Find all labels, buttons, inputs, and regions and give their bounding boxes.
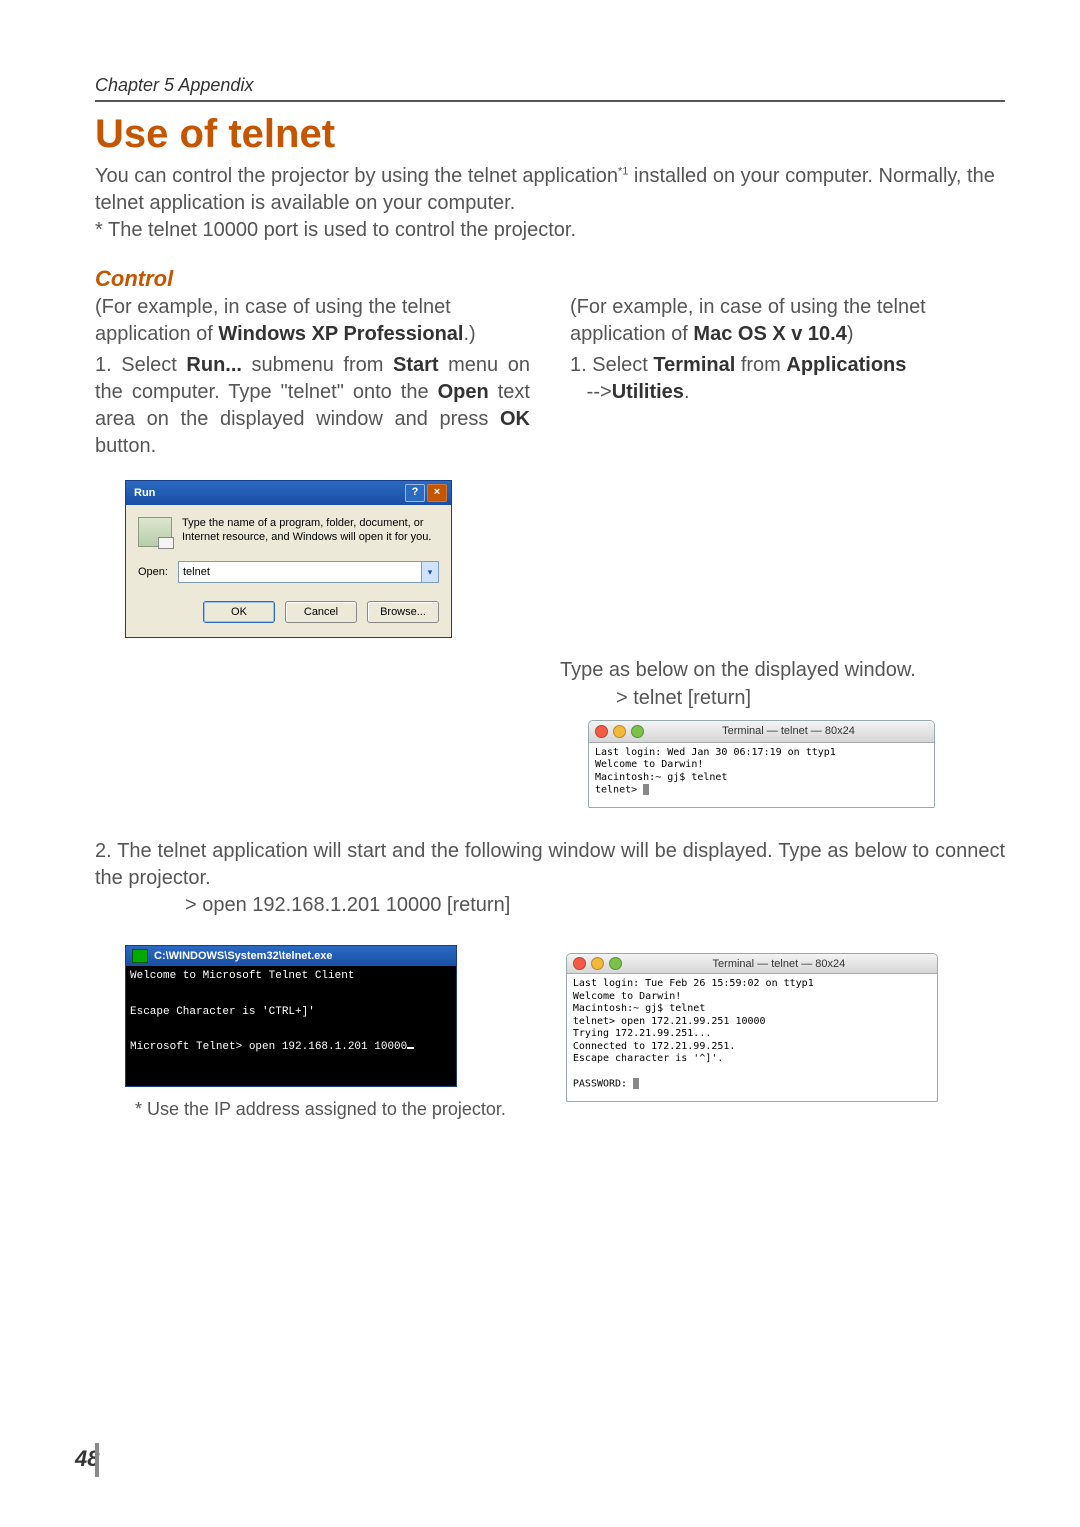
run-message: Type the name of a program, folder, docu… xyxy=(182,517,439,545)
header-rule xyxy=(95,100,1005,102)
bold-start: Start xyxy=(393,354,439,376)
txt: submenu from xyxy=(242,354,393,376)
windows-telnet-window: C:\WINDOWS\System32\telnet.exe Welcome t… xyxy=(125,945,457,1087)
open-combobox[interactable]: ▾ xyxy=(178,561,439,583)
bold-run: Run... xyxy=(186,354,242,376)
bold-ok: OK xyxy=(500,408,530,430)
traffic-zoom-icon[interactable] xyxy=(631,725,644,738)
run-titlebar: Run ? × xyxy=(126,481,451,505)
chevron-down-icon[interactable]: ▾ xyxy=(421,562,438,582)
chapter-label: Chapter 5 Appendix xyxy=(95,75,1005,96)
typed-line2: > telnet [return] xyxy=(616,684,1005,712)
cursor-icon xyxy=(407,1047,414,1049)
cmd-titlebar: C:\WINDOWS\System32\telnet.exe xyxy=(126,946,456,966)
mac-terminal-2: Terminal — telnet — 80x24 Last login: Tu… xyxy=(566,953,938,1102)
left-column: (For example, in case of using the telne… xyxy=(95,294,530,808)
txt: . xyxy=(684,381,690,403)
bold-applications: Applications xyxy=(786,354,906,376)
txt: from xyxy=(735,354,786,376)
traffic-close-icon[interactable] xyxy=(595,725,608,738)
step2-command: > open 192.168.1.201 10000 [return] xyxy=(185,894,1005,917)
cmd-text: Welcome to Microsoft Telnet Client Escap… xyxy=(130,970,407,1052)
page-tab-decoration xyxy=(95,1443,99,1477)
right-context: (For example, in case of using the telne… xyxy=(570,294,1005,348)
txt: 1. Select xyxy=(570,354,653,376)
traffic-minimize-icon[interactable] xyxy=(591,957,604,970)
ok-button[interactable]: OK xyxy=(203,601,275,623)
mac-terminal-body[interactable]: Last login: Tue Feb 26 15:59:02 on ttyp1… xyxy=(567,974,937,1101)
txt: button. xyxy=(95,435,156,457)
bold-winxp: Windows XP Professional xyxy=(218,323,463,345)
traffic-close-icon[interactable] xyxy=(573,957,586,970)
open-label: Open: xyxy=(138,565,168,580)
close-button[interactable]: × xyxy=(427,484,447,502)
right-step1: 1. Select Terminal from Applications -->… xyxy=(570,352,1005,406)
intro-line2: * The telnet 10000 port is used to contr… xyxy=(95,219,576,241)
mac-titlebar: Terminal — telnet — 80x24 xyxy=(567,954,937,974)
bold-utilities: Utilities xyxy=(612,381,684,403)
txt: .) xyxy=(463,323,475,345)
intro-superscript: *1 xyxy=(618,165,628,177)
txt: --> xyxy=(581,381,612,403)
run-title: Run xyxy=(134,486,155,501)
run-program-icon xyxy=(138,517,172,547)
mac-terminal-body[interactable]: Last login: Wed Jan 30 06:17:19 on ttyp1… xyxy=(589,743,934,808)
mac-title: Terminal — telnet — 80x24 xyxy=(627,958,931,970)
txt: ) xyxy=(847,323,854,345)
ip-address-note: * Use the IP address assigned to the pro… xyxy=(135,1099,506,1120)
left-step1: 1. Select Run... submenu from Start menu… xyxy=(95,352,530,460)
txt: 1. Select xyxy=(95,354,186,376)
browse-button[interactable]: Browse... xyxy=(367,601,439,623)
step2-text: 2. The telnet application will start and… xyxy=(95,838,1005,892)
traffic-minimize-icon[interactable] xyxy=(613,725,626,738)
mac-titlebar: Terminal — telnet — 80x24 xyxy=(589,721,934,743)
control-heading: Control xyxy=(95,266,1005,292)
terminal-text: Last login: Tue Feb 26 15:59:02 on ttyp1… xyxy=(573,978,814,1090)
cursor-icon xyxy=(633,1078,639,1089)
terminal-text: Last login: Wed Jan 30 06:17:19 on ttyp1… xyxy=(595,747,836,796)
intro-text: You can control the projector by using t… xyxy=(95,163,1005,244)
section-title: Use of telnet xyxy=(95,112,1005,157)
intro-line1a: You can control the projector by using t… xyxy=(95,165,618,187)
typed-instruction: Type as below on the displayed window. >… xyxy=(560,656,1005,712)
run-dialog: Run ? × Type the name of a program, fold… xyxy=(125,480,452,638)
right-column: (For example, in case of using the telne… xyxy=(570,294,1005,808)
cmd-title: C:\WINDOWS\System32\telnet.exe xyxy=(154,950,333,962)
left-context: (For example, in case of using the telne… xyxy=(95,294,530,348)
mac-title: Terminal — telnet — 80x24 xyxy=(649,724,928,739)
typed-line1: Type as below on the displayed window. xyxy=(560,656,1005,684)
help-button[interactable]: ? xyxy=(405,484,425,502)
bold-macosx: Mac OS X v 10.4 xyxy=(693,323,846,345)
cmd-body[interactable]: Welcome to Microsoft Telnet Client Escap… xyxy=(126,966,456,1086)
mac-terminal-1: Terminal — telnet — 80x24 Last login: We… xyxy=(588,720,935,808)
bold-open: Open xyxy=(438,381,489,403)
cmd-icon xyxy=(132,949,148,963)
open-input[interactable] xyxy=(179,562,421,582)
traffic-zoom-icon[interactable] xyxy=(609,957,622,970)
bold-terminal: Terminal xyxy=(653,354,735,376)
cursor-icon xyxy=(643,784,649,795)
cancel-button[interactable]: Cancel xyxy=(285,601,357,623)
